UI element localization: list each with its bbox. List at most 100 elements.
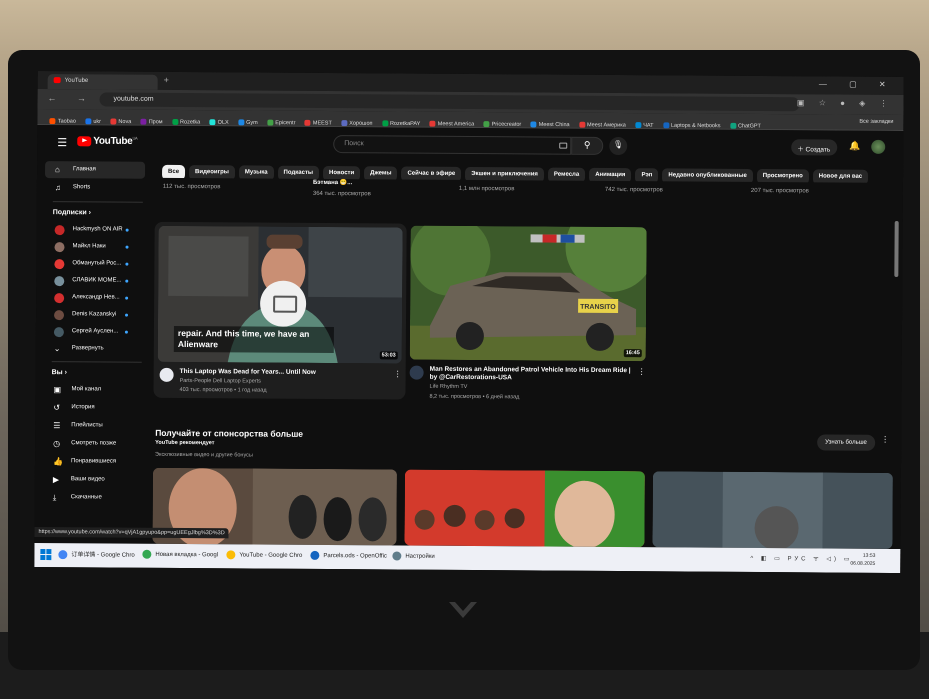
bell-icon[interactable]: 🔔 (849, 141, 860, 152)
bookmark-item[interactable]: Taobao (49, 117, 76, 124)
chip[interactable]: Новое для вас (812, 169, 869, 184)
sidebar-item-liked[interactable]: 👍 Понравившиеся (43, 453, 143, 471)
taskbar-item[interactable]: Новая вкладка - Googl (142, 549, 218, 560)
sidebar-item-downloads[interactable]: ⤓ Скачанные (43, 489, 143, 507)
sidebar-item-my-channel[interactable]: ▣ Мой канал (43, 381, 143, 399)
sidebar-item-home[interactable]: ⌂ Главная (44, 161, 146, 179)
video-card[interactable]: repair. And this time, we have an Alienw… (153, 221, 407, 400)
video-card[interactable]: TRANSITO 16:45 Man Restores an Abandoned… (409, 225, 650, 404)
all-bookmarks[interactable]: Все закладки (859, 119, 893, 125)
video-title[interactable]: This Laptop Was Dead for Years... Until … (180, 368, 390, 377)
more-icon[interactable]: ⋮ (881, 435, 889, 444)
video-thumbnail[interactable]: repair. And this time, we have an Alienw… (157, 225, 403, 364)
bookmark-item[interactable]: ЧАТ (635, 121, 654, 128)
windows-start-icon[interactable] (40, 549, 52, 561)
create-button[interactable]: ＋ Создать (791, 139, 838, 156)
bookmark-icon (238, 118, 245, 125)
youtube-logo[interactable]: YouTubeUA (77, 135, 137, 147)
sidebar-subscription[interactable]: СЛАВИК МОМЕ... (44, 272, 144, 290)
chip[interactable]: Анимация (589, 167, 632, 184)
chip[interactable]: Сейчас в эфире (401, 166, 462, 182)
search-icon: ⚲ (583, 139, 591, 150)
bookmark-item[interactable]: Laptops & Netbooks (662, 121, 721, 129)
shorts-icon: ♫ (54, 183, 61, 193)
video-title[interactable]: Man Restores an Abandoned Patrol Vehicle… (430, 366, 638, 383)
keyboard-icon[interactable] (559, 142, 568, 149)
sidebar-item-your-videos[interactable]: ▶ Ваши видео (43, 471, 143, 489)
chip[interactable]: Музыка (238, 165, 274, 181)
url-field[interactable]: youtube.com (99, 92, 800, 112)
taskbar-item[interactable]: YouTube - Google Chro (226, 550, 302, 560)
sidebar-subscription[interactable]: Обманутый Рос... (44, 255, 144, 273)
video-channel[interactable]: Parts-People Dell Laptop Experts (180, 378, 261, 385)
status-url: https://www.youtube.com/watch?v=qVjA1gpy… (34, 526, 229, 539)
sidebar-item-watch-later[interactable]: ◷ Смотреть позже (43, 435, 143, 453)
avatar[interactable] (871, 139, 886, 154)
tab-youtube[interactable]: YouTube (47, 74, 158, 90)
chip[interactable]: Ремесла (547, 167, 586, 183)
channel-icon: ▣ (53, 385, 62, 395)
divider (51, 361, 142, 363)
chip[interactable]: Джемы (364, 166, 398, 182)
sidebar-subscription[interactable]: Александр Нев... (44, 289, 144, 307)
subscriptions-heading[interactable]: Подписки › (53, 209, 91, 216)
search-input[interactable]: Поиск (333, 135, 572, 155)
chip[interactable]: Просмотрено (756, 169, 809, 184)
bookmark-item[interactable]: RozetkaPAY (381, 119, 420, 127)
bookmark-item[interactable]: ukr (85, 117, 101, 124)
new-content-dot (125, 296, 129, 300)
bookmark-item[interactable]: OLX (209, 118, 229, 125)
sidebar-subscription[interactable]: Hackmysh ON AIR (45, 221, 145, 239)
video-channel[interactable]: Life Rhythm TV (430, 384, 468, 390)
sponsor-video-thumbnail[interactable] (652, 471, 893, 549)
system-tray[interactable]: ^ ◧ ▭ РУС ᯤ ◁) ▭ (750, 554, 852, 563)
bookmark-item[interactable]: Nova (110, 118, 131, 125)
more-icon[interactable]: ⋮ (638, 367, 646, 376)
bookmark-item[interactable]: Хорошоп (341, 119, 373, 126)
bookmark-item[interactable]: Meest America (429, 120, 474, 127)
chip[interactable]: Видеоигры (188, 165, 235, 181)
search-button[interactable]: ⚲ (571, 136, 604, 155)
bookmark-icon (530, 120, 537, 128)
bookmark-item[interactable]: Meest Америка (579, 121, 626, 128)
window-controls[interactable]: — ▢ ✕ (819, 79, 896, 89)
scrollbar[interactable] (894, 220, 899, 277)
channel-avatar[interactable] (409, 365, 424, 380)
chip[interactable]: Все (161, 164, 186, 181)
taskbar-item[interactable]: Parcels.ods - OpenOffic (310, 550, 387, 561)
bookmark-item[interactable]: Пром (140, 118, 163, 125)
sponsor-video-thumbnail[interactable] (404, 469, 645, 548)
bookmark-item[interactable]: Pricecreator (483, 120, 522, 127)
sidebar-subscription[interactable]: Сергей Ауслен... (44, 323, 144, 341)
prev-video-title[interactable]: Бэтмана 😁... (313, 179, 352, 186)
sidebar-item-history[interactable]: ↺ История (43, 399, 143, 417)
more-icon[interactable]: ⋮ (394, 369, 402, 378)
extensions-icons[interactable]: ▣ ☆ ● ◈ ⋮ (797, 98, 894, 108)
taskbar-item[interactable]: 订单详情 - Google Chro (58, 549, 135, 560)
mic-icon[interactable]: 🎙 (609, 136, 628, 156)
bookmark-item[interactable]: Meest China (530, 120, 570, 128)
bookmark-item[interactable]: Rozetka (172, 118, 200, 125)
bookmark-item[interactable]: Gym (238, 118, 258, 126)
learn-more-button[interactable]: Узнать больше (817, 434, 876, 451)
bookmark-item[interactable]: ChatGPT (729, 122, 761, 129)
sidebar-item-playlists[interactable]: ☰ Плейлисты (43, 417, 143, 435)
sidebar-subscription[interactable]: Майкл Наки (44, 238, 144, 256)
bookmark-item[interactable]: Epicentr (267, 119, 295, 126)
sidebar-subscription[interactable]: Denis Kazanskyi (44, 306, 144, 324)
settings-icon (392, 551, 402, 561)
expand-button[interactable]: ⌄ Развернуть (44, 340, 144, 358)
you-heading[interactable]: Вы › (52, 369, 67, 376)
chip[interactable]: Недавно опубликованные (662, 168, 753, 184)
clock[interactable]: 13:53 06.08.2025 (850, 552, 875, 568)
new-tab-button[interactable]: + (164, 75, 169, 85)
bookmark-item[interactable]: MEEST (304, 119, 332, 126)
menu-icon[interactable]: ☰ (57, 136, 67, 149)
taskbar-item[interactable]: Настройки (392, 551, 435, 561)
chip[interactable]: Рэп (635, 168, 659, 184)
sidebar-item-shorts[interactable]: ♫ Shorts (45, 179, 145, 197)
bookmark-icon (85, 117, 92, 124)
video-thumbnail[interactable]: TRANSITO 16:45 (409, 225, 647, 362)
chip[interactable]: Экшен и приключения (465, 166, 544, 183)
channel-avatar[interactable] (159, 367, 174, 382)
